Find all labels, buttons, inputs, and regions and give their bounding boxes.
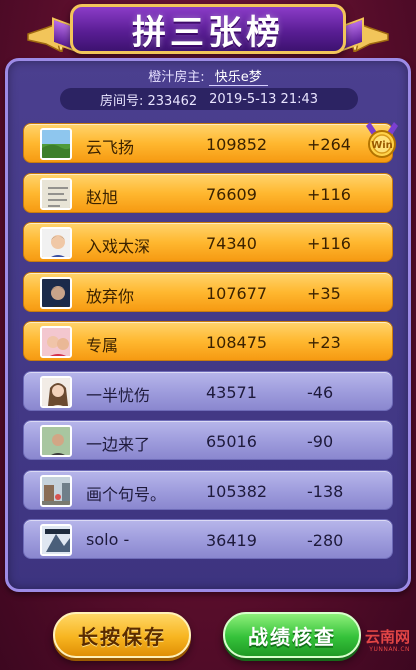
avatar bbox=[40, 524, 72, 556]
player-score: 36419 bbox=[206, 531, 257, 550]
avatar bbox=[40, 128, 72, 160]
player-score: 108475 bbox=[206, 333, 268, 352]
ranking-row: solo - 36419 -280 bbox=[23, 519, 393, 559]
record-check-button[interactable]: 战绩核查 bbox=[223, 612, 361, 658]
player-name: 云飞扬 bbox=[86, 138, 135, 157]
ranking-list: 云飞扬 109852 +264 Win 赵旭 76609 +116 入戏太深 74340 +116… bbox=[23, 122, 398, 569]
winner-medal-icon: Win bbox=[364, 120, 400, 160]
player-name: 一半忧伤 bbox=[86, 385, 151, 405]
avatar bbox=[40, 375, 72, 408]
room-owner: 橙汁房主: 快乐e梦 bbox=[8, 66, 408, 86]
ranking-row: 云飞扬 109852 +264 Win bbox=[23, 122, 398, 163]
player-name: 画个句号。 bbox=[86, 484, 167, 504]
avatar bbox=[40, 177, 72, 210]
page-title: 拼三张榜 bbox=[132, 12, 284, 53]
room-info-bar: 房间号: 233462 2019-5-13 21:43 bbox=[60, 88, 358, 110]
player-name: 专属 bbox=[86, 336, 119, 355]
score-change: +264 bbox=[307, 135, 351, 154]
save-button-label: 长按保存 bbox=[78, 624, 166, 649]
title-banner: 拼三张榜 bbox=[70, 4, 346, 54]
ranking-row: 一边来了 65016 -90 bbox=[23, 420, 393, 460]
room-owner-label: 橙汁房主: bbox=[148, 70, 205, 85]
ranking-row: 一半忧伤 43571 -46 bbox=[23, 370, 393, 411]
player-score: 105382 bbox=[206, 481, 268, 501]
avatar bbox=[40, 326, 72, 358]
long-press-save-button[interactable]: 长按保存 bbox=[53, 612, 191, 658]
ranking-row: 专属 108475 +23 bbox=[23, 321, 393, 361]
score-change: -90 bbox=[307, 432, 334, 451]
watermark-sub: YUNNAN.CN bbox=[369, 646, 410, 653]
room-owner-name: 快乐e梦 bbox=[208, 70, 268, 86]
ranking-row: 赵旭 76609 +116 bbox=[23, 172, 393, 213]
player-name: solo - bbox=[86, 530, 130, 549]
avatar bbox=[40, 276, 72, 309]
record-button-label: 战绩核查 bbox=[248, 624, 336, 649]
score-change: -280 bbox=[307, 531, 344, 550]
svg-text:Win: Win bbox=[371, 140, 393, 151]
room-number: 233462 bbox=[147, 93, 198, 109]
ranking-row: 放弃你 107677 +35 bbox=[23, 271, 393, 312]
player-score: 109852 bbox=[206, 135, 268, 154]
room-number-label: 房间号: bbox=[99, 93, 144, 109]
score-change: +116 bbox=[307, 184, 351, 204]
player-name: 一边来了 bbox=[86, 435, 151, 454]
player-score: 65016 bbox=[206, 432, 257, 451]
score-change: +116 bbox=[307, 234, 351, 253]
ranking-row: 入戏太深 74340 +116 bbox=[23, 222, 393, 262]
player-score: 43571 bbox=[206, 382, 257, 402]
site-watermark: 云南网 YUNNAN.CN bbox=[350, 630, 410, 664]
player-name: 放弃你 bbox=[86, 286, 135, 306]
score-change: -138 bbox=[307, 481, 344, 501]
player-score: 74340 bbox=[206, 234, 257, 253]
avatar bbox=[40, 474, 72, 507]
avatar bbox=[40, 227, 72, 259]
score-change: +23 bbox=[307, 333, 341, 352]
player-name: 赵旭 bbox=[86, 187, 119, 207]
player-score: 76609 bbox=[206, 184, 257, 204]
score-change: -46 bbox=[307, 382, 334, 402]
avatar bbox=[40, 425, 72, 457]
player-name: 入戏太深 bbox=[86, 237, 151, 256]
score-change: +35 bbox=[307, 283, 341, 303]
watermark-text: 云南网 bbox=[364, 628, 410, 646]
room-datetime: 2019-5-13 21:43 bbox=[209, 91, 319, 107]
player-score: 107677 bbox=[206, 283, 268, 303]
ranking-row: 画个句号。 105382 -138 bbox=[23, 469, 393, 510]
